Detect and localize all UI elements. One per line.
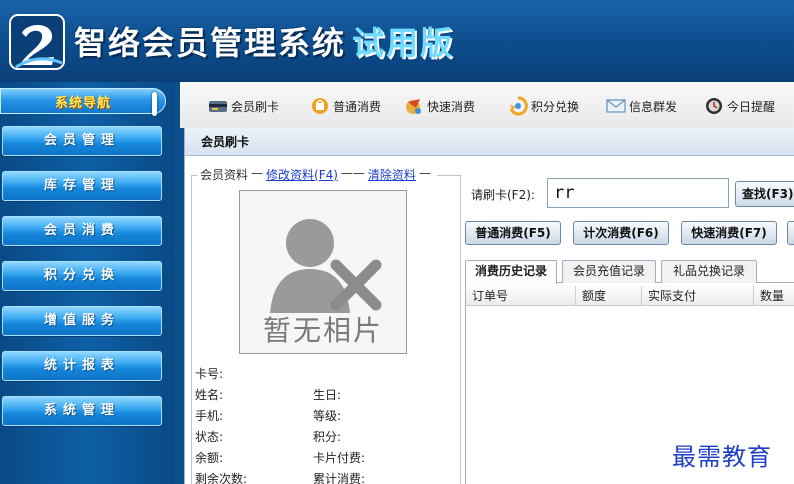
total-consume-label: 累计消费:	[313, 472, 366, 484]
name-label: 姓名:	[195, 388, 224, 402]
search-button[interactable]: 查找(F3)	[735, 181, 794, 207]
legend-separator: ——	[340, 166, 365, 180]
trial-badge: 试用版	[352, 24, 455, 62]
column-quantity[interactable]: 数量	[754, 286, 794, 306]
edit-member-link[interactable]: 修改资料(F4)	[266, 166, 338, 183]
app-header: 智络会员管理系统 试用版	[0, 0, 794, 82]
sidebar-item-member-consume[interactable]: 会员消费	[2, 216, 162, 246]
level-label: 等级:	[313, 409, 342, 423]
sidebar-header: 系统导航	[0, 88, 166, 116]
tab-consume-history[interactable]: 消费历史记录	[465, 260, 557, 284]
balance-label: 余额:	[195, 451, 224, 465]
toolbar-label: 普通消费	[333, 99, 382, 114]
fast-consume-button[interactable]: 快速消费(F7)	[681, 221, 777, 245]
member-info-title: 会员资料	[200, 168, 249, 182]
sidebar-header-label: 系统导航	[54, 96, 111, 111]
member-info-legend: 会员资料 — 修改资料(F4) —— 清除资料 —	[197, 166, 437, 183]
toolbar: 会员刷卡 普通消费 快速消费 积分兑换 信息群发 今日提醒	[174, 82, 794, 128]
card-fee-label: 卡片付费:	[313, 451, 366, 465]
toolbar-fast-consume-button[interactable]: 快速消费	[404, 95, 475, 117]
card-number-input[interactable]: rr	[547, 178, 729, 208]
tab-gift-exchange-history[interactable]: 礼品兑换记录	[661, 260, 757, 283]
sidebar: 系统导航 会员管理 库存管理 会员消费 积分兑换 增值服务 统计报表 系统管理	[0, 82, 174, 484]
card-swipe-panel: 会员刷卡 会员资料 — 修改资料(F4) —— 清除资料 — 暂无相片 卡号: …	[184, 128, 794, 484]
toolbar-label: 信息群发	[629, 99, 678, 114]
count-consume-button[interactable]: 计次消费(F6)	[573, 221, 669, 245]
toolbar-label: 今日提醒	[727, 99, 776, 114]
toolbar-card-swipe-button[interactable]: 会员刷卡	[208, 95, 279, 117]
column-order-no[interactable]: 订单号	[466, 286, 576, 306]
status-label: 状态:	[195, 430, 224, 444]
points-exchange-icon	[509, 96, 528, 116]
app-logo-icon	[9, 14, 65, 70]
normal-consume-button[interactable]: 普通消费(F5)	[465, 221, 561, 245]
more-action-button[interactable]	[787, 221, 794, 245]
mail-icon	[606, 99, 626, 113]
sidebar-item-reports[interactable]: 统计报表	[2, 351, 162, 381]
no-photo-label: 暂无相片	[262, 314, 383, 347]
sidebar-collapse-handle[interactable]	[152, 92, 157, 116]
legend-separator: —	[418, 166, 431, 180]
birthday-label: 生日:	[313, 388, 342, 402]
card-input-label: 请刷卡(F2):	[471, 188, 535, 202]
sidebar-item-inventory[interactable]: 库存管理	[2, 171, 162, 201]
sidebar-item-value-added[interactable]: 增值服务	[2, 306, 162, 336]
toolbar-label: 会员刷卡	[231, 99, 280, 114]
no-photo-avatar-icon	[270, 219, 382, 313]
toolbar-label: 积分兑换	[531, 99, 580, 114]
app-title: 智络会员管理系统	[74, 24, 347, 62]
phone-label: 手机:	[195, 409, 224, 423]
sidebar-item-system[interactable]: 系统管理	[2, 396, 162, 426]
watermark-text: 最需教育	[672, 443, 772, 471]
sidebar-item-points-exchange[interactable]: 积分兑换	[2, 261, 162, 291]
card-reader-icon	[209, 101, 227, 112]
toolbar-label: 快速消费	[427, 99, 476, 114]
reminder-icon	[706, 98, 722, 114]
table-header: 订单号 额度 实际支付 数量	[466, 286, 794, 306]
clear-member-link[interactable]: 清除资料	[368, 166, 416, 183]
column-amount[interactable]: 额度	[576, 286, 642, 306]
toolbar-broadcast-button[interactable]: 信息群发	[606, 95, 677, 117]
toolbar-normal-consume-button[interactable]: 普通消费	[310, 95, 381, 117]
member-photo: 暂无相片	[239, 190, 407, 354]
legend-separator: —	[251, 166, 264, 180]
remaining-times-label: 剩余次数:	[195, 472, 248, 484]
card-no-label: 卡号:	[195, 367, 224, 381]
points-label: 积分:	[313, 430, 342, 444]
shopping-icon	[312, 98, 328, 114]
panel-title: 会员刷卡	[185, 128, 794, 156]
fast-consume-icon	[406, 99, 421, 114]
sidebar-item-member-management[interactable]: 会员管理	[2, 126, 162, 156]
toolbar-reminder-button[interactable]: 今日提醒	[704, 95, 775, 117]
tab-recharge-history[interactable]: 会员充值记录	[562, 260, 656, 283]
toolbar-points-exchange-button[interactable]: 积分兑换	[508, 95, 579, 117]
column-actual-paid[interactable]: 实际支付	[642, 286, 754, 306]
